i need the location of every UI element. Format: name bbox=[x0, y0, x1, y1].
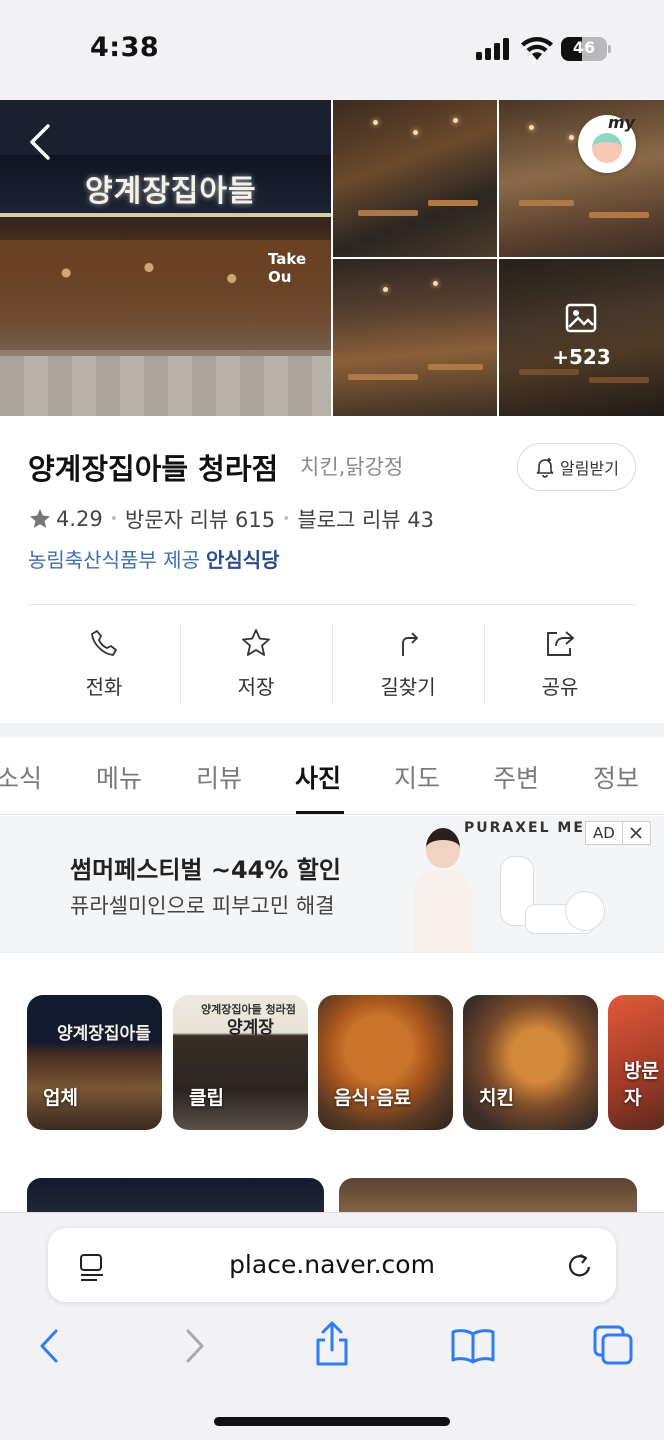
rating-row: 4.29 • 방문자 리뷰 615 • 블로그 리뷰 43 bbox=[28, 504, 434, 534]
more-photos-button[interactable]: +523 bbox=[499, 259, 664, 416]
share-icon bbox=[547, 631, 574, 656]
wifi-icon bbox=[521, 37, 553, 60]
category-chip-clip[interactable]: 양계장집아들 청라점 양계장 클립 bbox=[173, 995, 308, 1130]
browser-forward-icon[interactable] bbox=[180, 1326, 208, 1366]
category-label: 방문자 bbox=[624, 1060, 659, 1109]
place-title: 양계장집아들 청라점 bbox=[28, 452, 279, 486]
home-indicator bbox=[214, 1417, 450, 1426]
takeout-sign-text: Take Ou bbox=[268, 250, 307, 286]
back-arrow-icon[interactable] bbox=[22, 120, 62, 164]
star-filled-icon bbox=[30, 509, 50, 528]
tab-photos[interactable]: 사진 bbox=[295, 759, 341, 795]
tabs-icon[interactable] bbox=[592, 1324, 634, 1366]
tab-menu[interactable]: 메뉴 bbox=[96, 759, 142, 795]
directions-icon bbox=[402, 632, 418, 656]
tab-map[interactable]: 지도 bbox=[394, 759, 440, 795]
battery-nub bbox=[608, 45, 611, 53]
tab-nearby[interactable]: 주변 bbox=[493, 759, 539, 795]
active-tab-indicator bbox=[296, 811, 344, 814]
save-label: 저장 bbox=[237, 675, 275, 699]
rating-value: 4.29 bbox=[56, 507, 103, 531]
certification-row: 농림축산식품부 제공 안심식당 bbox=[28, 544, 280, 573]
visitor-reviews-link[interactable]: 방문자 리뷰 615 bbox=[125, 504, 275, 534]
category-label: 업체 bbox=[43, 1087, 78, 1109]
image-icon bbox=[565, 303, 597, 333]
avatar bbox=[592, 133, 622, 163]
section-divider bbox=[0, 952, 664, 968]
chip-sign-text: 양계장 bbox=[227, 1018, 274, 1038]
status-time: 4:38 bbox=[90, 32, 160, 63]
tab-bar: 소식 메뉴 리뷰 사진 지도 주변 정보 bbox=[0, 737, 664, 815]
url-text: place.naver.com bbox=[229, 1250, 435, 1279]
photo-thumb-2[interactable] bbox=[499, 100, 664, 257]
close-icon bbox=[630, 827, 642, 839]
ad-badge: AD bbox=[585, 821, 651, 845]
ad-title: 썸머페스티벌 ~44% 할인 bbox=[70, 856, 341, 884]
category-label: 클립 bbox=[189, 1087, 224, 1109]
bell-plus-icon bbox=[536, 458, 554, 478]
place-category: 치킨,닭강정 bbox=[300, 455, 404, 479]
battery-level: 46 bbox=[572, 38, 596, 57]
battery-icon: 46 bbox=[561, 37, 607, 61]
directions-label: 길찾기 bbox=[380, 675, 436, 699]
ad-label: AD bbox=[586, 822, 623, 844]
subscribe-alarm-label: 알림받기 bbox=[560, 459, 619, 478]
photo-grid[interactable]: 양계장집아들 Take Ou +523 bbox=[0, 100, 664, 416]
action-bar: 전화 저장 길찾기 공유 bbox=[28, 625, 636, 705]
status-bar: 4:38 46 bbox=[0, 0, 664, 100]
save-button[interactable]: 저장 bbox=[180, 625, 332, 705]
separator-dot: • bbox=[109, 511, 119, 527]
bookmarks-icon[interactable] bbox=[450, 1326, 496, 1366]
floor-tiles bbox=[0, 356, 331, 416]
ad-device-image bbox=[565, 891, 605, 931]
photo-thumb-3[interactable] bbox=[333, 259, 497, 416]
storefront-sign-text: 양계장집아들 bbox=[85, 174, 257, 209]
more-photos-count: +523 bbox=[552, 345, 611, 369]
phone-icon bbox=[91, 630, 117, 656]
my-label: my bbox=[608, 113, 636, 132]
share-label: 공유 bbox=[541, 675, 579, 699]
subscribe-alarm-button[interactable]: 알림받기 bbox=[517, 443, 636, 491]
share-sheet-icon[interactable] bbox=[312, 1320, 352, 1368]
category-chip-chicken[interactable]: 치킨 bbox=[463, 995, 598, 1130]
ad-brand: PURAXEL ME bbox=[464, 820, 585, 836]
blog-reviews-link[interactable]: 블로그 리뷰 43 bbox=[297, 504, 434, 534]
ad-close-button[interactable] bbox=[623, 827, 650, 839]
star-icon bbox=[242, 629, 270, 656]
chip-sign-text: 양계장집아들 bbox=[57, 1024, 151, 1044]
tab-reviews[interactable]: 리뷰 bbox=[196, 759, 242, 795]
ad-subtitle: 퓨라셀미인으로 피부고민 해결 bbox=[70, 894, 335, 918]
tab-info[interactable]: 정보 bbox=[593, 759, 639, 795]
share-button[interactable]: 공유 bbox=[484, 625, 636, 705]
category-chip-food[interactable]: 음식·음료 bbox=[318, 995, 453, 1130]
category-label: 음식·음료 bbox=[334, 1087, 412, 1109]
photo-thumb-1[interactable] bbox=[333, 100, 497, 257]
address-bar[interactable]: place.naver.com bbox=[48, 1228, 616, 1302]
call-button[interactable]: 전화 bbox=[28, 625, 180, 705]
safe-restaurant-badge[interactable]: 안심식당 bbox=[206, 548, 280, 572]
category-chip-business[interactable]: 양계장집아들 업체 bbox=[27, 995, 162, 1130]
category-label: 치킨 bbox=[479, 1087, 514, 1109]
call-label: 전화 bbox=[85, 675, 123, 699]
reload-icon[interactable] bbox=[566, 1251, 594, 1281]
section-divider bbox=[0, 723, 664, 737]
tab-news[interactable]: 소식 bbox=[0, 759, 42, 795]
my-profile-button[interactable]: my bbox=[578, 113, 636, 173]
ad-banner[interactable]: 썸머페스티벌 ~44% 할인 퓨라셀미인으로 피부고민 해결 PURAXEL M… bbox=[0, 816, 664, 952]
ad-model-image bbox=[408, 824, 478, 952]
cellular-signal-icon bbox=[476, 38, 510, 60]
photo-category-list: 양계장집아들 업체 양계장집아들 청라점 양계장 클립 음식·음료 치킨 방문자 bbox=[27, 995, 664, 1131]
category-chip-visitor[interactable]: 방문자 bbox=[608, 995, 664, 1130]
separator-dot: • bbox=[282, 511, 291, 527]
browser-back-icon[interactable] bbox=[36, 1326, 64, 1366]
divider bbox=[28, 604, 636, 605]
directions-button[interactable]: 길찾기 bbox=[332, 625, 484, 705]
gov-provider-text[interactable]: 농림축산식품부 제공 bbox=[28, 548, 200, 572]
